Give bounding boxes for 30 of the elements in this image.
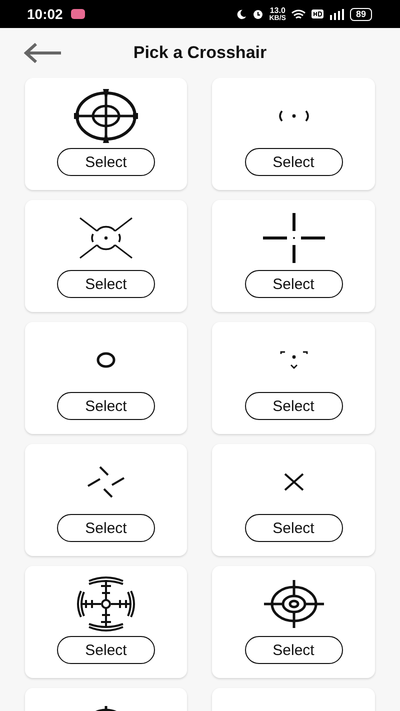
crosshair-icon	[278, 350, 308, 370]
crosshair-icon	[262, 579, 324, 629]
select-button[interactable]: Select	[57, 392, 155, 420]
page-title: Pick a Crosshair	[133, 43, 267, 63]
hd-icon	[310, 9, 324, 19]
app-notification-icon	[70, 9, 85, 19]
wifi-icon	[290, 8, 306, 20]
select-button[interactable]: Select	[244, 636, 342, 664]
crosshair-icon	[86, 466, 126, 498]
signal-icon	[328, 8, 345, 20]
crosshair-icon	[96, 351, 116, 369]
crosshair-icon	[79, 216, 133, 260]
select-button[interactable]: Select	[57, 270, 155, 298]
select-button[interactable]: Select	[244, 148, 342, 176]
crosshair-icon	[262, 212, 326, 264]
select-button[interactable]: Select	[244, 270, 342, 298]
select-button[interactable]: Select	[57, 636, 155, 664]
alarm-icon	[252, 8, 264, 20]
network-speed: 13.0	[270, 6, 286, 14]
select-button[interactable]: Select	[244, 514, 342, 542]
select-button[interactable]: Select	[57, 148, 155, 176]
crosshair-icon	[276, 109, 310, 123]
moon-icon	[236, 8, 248, 20]
status-time: 10:02	[27, 6, 63, 22]
battery-level: 89	[350, 8, 372, 20]
select-button[interactable]: Select	[57, 514, 155, 542]
select-button[interactable]: Select	[244, 392, 342, 420]
crosshair-icon	[282, 472, 304, 492]
crosshair-icon	[74, 88, 138, 144]
back-button[interactable]	[24, 41, 64, 65]
